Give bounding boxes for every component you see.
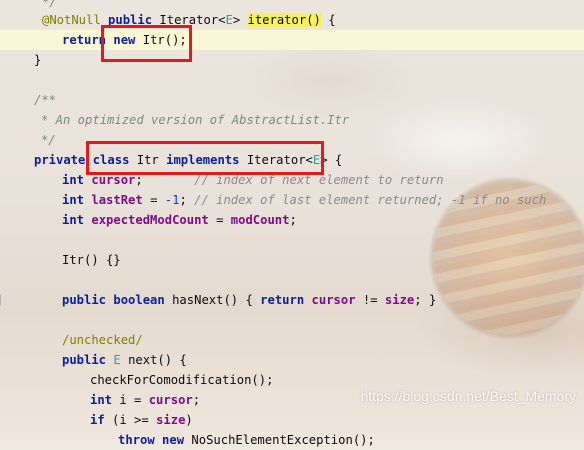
code-line-close-brace: }	[0, 50, 584, 70]
semicolon: ;	[135, 173, 143, 187]
operator: !=	[355, 293, 385, 307]
fold-marker-icon[interactable]	[0, 294, 5, 306]
field-reference: size	[384, 293, 415, 307]
keyword-public: public	[62, 353, 107, 367]
doc-comment: * An optimized version of AbstractList.I…	[41, 113, 350, 127]
assignment: i =	[119, 393, 149, 407]
method-call: checkForComodification();	[90, 373, 274, 387]
code-line-lastret-field: int lastRet = -1; // index of last eleme…	[0, 190, 584, 210]
keyword-if: if	[90, 413, 105, 427]
doc-comment: */	[41, 133, 56, 147]
red-highlight-box-new-itr	[101, 25, 192, 62]
method-name: next() {	[128, 353, 187, 367]
keyword-private: private	[34, 153, 86, 167]
method-name-highlight: iterator()	[247, 13, 321, 27]
brace: }	[34, 53, 42, 67]
code-line-if-size: if (i >= size)	[0, 410, 584, 430]
keyword-int: int	[62, 193, 85, 207]
code-line-iterator-signature: @NotNull public Iterator<E> iterator() {	[0, 10, 584, 30]
type-bracket: >	[232, 13, 241, 27]
brace: {	[334, 153, 343, 167]
keyword-int: int	[90, 393, 113, 407]
code-line-next-method: public E next() {	[0, 350, 584, 370]
type-param: E	[113, 353, 121, 367]
code-line-doc-start: /**	[0, 90, 584, 110]
operator: =	[142, 193, 165, 207]
field-name: lastRet	[91, 193, 143, 207]
condition: (i >=	[112, 413, 157, 427]
keyword-new: new	[162, 433, 185, 447]
doc-comment: */	[42, 0, 57, 9]
code-line-hasnext: public boolean hasNext() { return cursor…	[0, 290, 584, 310]
code-line-doc-text: * An optimized version of AbstractList.I…	[0, 110, 584, 130]
keyword-return: return	[62, 33, 107, 47]
field-reference: cursor	[148, 393, 193, 407]
line-comment: // index of next element to return	[194, 173, 444, 187]
semicolon: ;	[179, 193, 187, 207]
code-line-throw: throw new NoSuchElementException();	[0, 430, 584, 450]
semicolon: ;	[289, 213, 297, 227]
keyword-int: int	[62, 213, 85, 227]
field-reference: size	[156, 413, 186, 427]
line-comment: // index of last element returned; -1 if…	[194, 193, 547, 207]
doc-comment: /**	[34, 93, 57, 107]
code-line-unchecked-annotation: /unchecked/	[0, 330, 584, 350]
code-line-modcount-field: int expectedModCount = modCount;	[0, 210, 584, 230]
paren: )	[185, 413, 193, 427]
keyword-throw: throw	[118, 433, 155, 447]
annotation: /unchecked/	[62, 333, 143, 347]
keyword-boolean: boolean	[113, 293, 165, 307]
operator: =	[208, 213, 231, 227]
field-name: expectedModCount	[91, 213, 209, 227]
exception-constructor: NoSuchElementException();	[191, 433, 375, 447]
keyword-int: int	[62, 173, 85, 187]
semicolon: ;	[192, 393, 201, 407]
keyword-public: public	[62, 293, 107, 307]
method-name: hasNext() {	[172, 293, 261, 307]
red-highlight-box-class-itr	[86, 141, 324, 175]
field-name: cursor	[91, 173, 136, 187]
code-line-return-new-itr: return new Itr();	[0, 30, 584, 50]
code-editor[interactable]: */ @NotNull public Iterator<E> iterator(…	[0, 0, 584, 447]
code-line-constructor: Itr() {}	[0, 250, 584, 270]
csdn-watermark: https://blog.csdn.net/Best_Memory	[360, 388, 576, 404]
number-literal: -1	[164, 193, 180, 207]
field-reference: modCount	[230, 213, 290, 227]
brace: {	[328, 13, 336, 27]
constructor: Itr() {}	[62, 253, 121, 267]
code-line-check-comod: checkForComodification();	[0, 370, 584, 390]
keyword-return: return	[260, 293, 305, 307]
annotation: @NotNull	[42, 13, 101, 27]
field-reference: cursor	[311, 293, 356, 307]
brace: ; }	[414, 293, 437, 307]
type-param: E	[225, 13, 233, 27]
